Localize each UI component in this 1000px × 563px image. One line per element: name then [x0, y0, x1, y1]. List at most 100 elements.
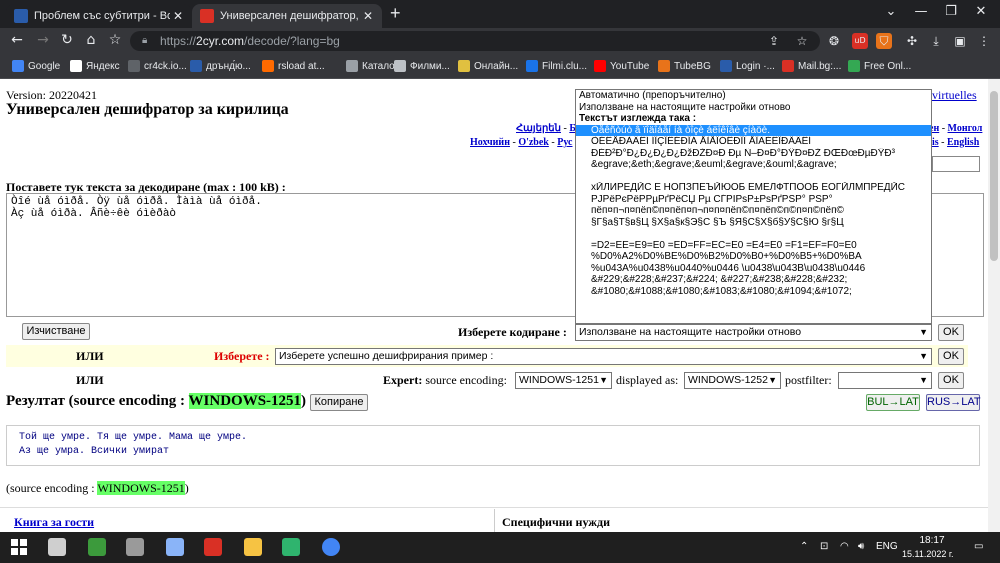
copy-button[interactable]: Копиране [310, 394, 368, 411]
restore-button[interactable]: ❐ [936, 4, 966, 19]
chrome-icon[interactable] [322, 538, 340, 556]
source-encoding-select[interactable]: WINDOWS-1251 ▼ [515, 372, 612, 389]
tray-network-icon[interactable]: ⊡ [820, 541, 828, 552]
network-tool-icon[interactable] [88, 538, 106, 556]
back-icon[interactable]: ← [6, 32, 28, 48]
bookmark-item[interactable]: Login ·... [720, 58, 775, 74]
tray-date[interactable]: 15.11.2022 г. [902, 549, 954, 559]
bookmark-item[interactable]: rsload at... [262, 58, 325, 74]
minimize-button[interactable]: — [906, 4, 936, 19]
share-icon[interactable]: ⇪ [766, 33, 782, 49]
bookmark-item[interactable]: Каталог [346, 58, 398, 74]
bookmark-item[interactable]: Free Onl... [848, 58, 911, 74]
search-field[interactable] [932, 156, 980, 172]
bookmark-item[interactable]: cr4ck.io... [128, 58, 187, 74]
bookmark-item[interactable]: дрънд́ю... [190, 58, 251, 74]
dropdown-option[interactable]: =D2=EE=E9=E0 =ED=FF=EC=E0 =E4=E0 =F1=EF=… [576, 240, 931, 252]
dropdown-option[interactable]: Òåêñòúò â ïîäîáåí íà òîçè áëîêîâè çíàöè. [576, 124, 931, 136]
tray-up-icon[interactable]: ⌃ [800, 541, 808, 552]
lang-link-chechen[interactable]: Нохчийн [470, 137, 510, 148]
ok-button-3[interactable]: OK [938, 372, 964, 389]
tray-volume-icon[interactable]: 🔊︎ [858, 541, 864, 552]
edge-icon[interactable] [282, 538, 300, 556]
lang-link-armenian[interactable]: Հայերեն [516, 123, 561, 134]
lang-link-is[interactable]: is [932, 137, 939, 148]
ok-button-1[interactable]: OK [938, 324, 964, 341]
extension-icon[interactable]: ❂ [826, 33, 842, 49]
brave-icon[interactable]: ⛉ [876, 33, 892, 49]
close-window-button[interactable]: ✕ [966, 4, 996, 19]
dropdown-option[interactable]: хЙЛИРЕДЙС Е НОПЗПЕЪЙЮОБ ЕМЕЛФТПООБ ЕОГЙЛ… [576, 182, 931, 194]
bookmark-item[interactable]: TubeBG [658, 58, 711, 74]
menu-icon[interactable]: ⋮ [976, 33, 992, 49]
lang-link-mongol[interactable]: Монгол [948, 123, 983, 134]
dropdown-option[interactable]: ÒÉÊÅÐÀÂÊÍ ÍÏÇÏÊÉÐÏÁ ÅÌÅÏÓÊÐÏÎ ÅÏÃÉÊÏÐÄÂÊ… [576, 136, 931, 148]
tray-time[interactable]: 18:17 [916, 535, 948, 546]
bookmark-item[interactable]: Яндекс [70, 58, 120, 74]
bookmark-item[interactable]: YouTube [594, 58, 649, 74]
dropdown-option[interactable]: пёп¤п¬п¤пёп©п¤пёп¤п¬п¤п¤пёп©п¤пёп©п©п¤п©… [576, 205, 931, 217]
displayed-as-select[interactable]: WINDOWS-1252 ▼ [684, 372, 781, 389]
bookmark-item[interactable]: Filmi.clu... [526, 58, 587, 74]
tab-title: Универсален дешифратор, деко [220, 10, 360, 22]
dropdown-option[interactable]: %D0%A2%D0%BE%D0%B2%D0%B0+%D0%B5+%D0%BA [576, 251, 931, 263]
close-tab-icon[interactable]: ✕ [360, 9, 376, 23]
rus-lat-button[interactable]: RUS→LAT [926, 394, 981, 411]
lang-link-virtuelles[interactable]: virtuelles [932, 88, 977, 103]
bul-lat-button[interactable]: BUL→LAT [866, 394, 920, 411]
address-bar[interactable]: 🔒︎ https://2cyr.com/decode/?lang=bg [130, 31, 820, 51]
notepad-icon[interactable] [166, 538, 184, 556]
sidepanel-icon[interactable]: ▣ [952, 33, 968, 49]
example-select[interactable]: Изберете успешно дешифрирания пример : ▼ [275, 348, 932, 365]
bookmark-label: Онлайн... [474, 60, 519, 72]
taskview-icon[interactable] [48, 538, 66, 556]
dropdown-option[interactable]: Използване на настоящите настройки отнов… [576, 102, 931, 114]
dropdown-option[interactable]: %u043A%u0438%u0440%u0446 \u0438\u043B\u0… [576, 263, 931, 275]
lang-row-1-right: ен - Монгол [929, 123, 983, 134]
new-tab-button[interactable]: + [390, 3, 401, 24]
dropdown-option[interactable]: &#229;&#228;&#237;&#224; &#227;&#238;&#2… [576, 274, 931, 286]
bookmark-item[interactable]: Google [12, 58, 60, 74]
dropdown-option[interactable]: РЈРёРєРёРРµРґРёСЏ Рµ СЃРІРѕР±РѕРґРЅР° РЅ… [576, 194, 931, 206]
notifications-icon[interactable]: ▭ [974, 541, 983, 552]
explorer-icon[interactable] [244, 538, 262, 556]
close-tab-icon[interactable]: ✕ [170, 9, 186, 23]
result-output: Той ще умре. Тя ще умре. Мама ще умре. А… [6, 425, 980, 466]
bookmark-item[interactable]: Онлайн... [458, 58, 518, 74]
tab-search-icon[interactable]: ⌄ [876, 4, 906, 19]
dropdown-option[interactable]: &#1080;&#1088;&#1080;&#1083;&#1080;&#109… [576, 286, 931, 298]
tray-wifi-icon[interactable]: ◠ [840, 541, 849, 552]
bookmark-star-icon[interactable]: ☆ [104, 32, 126, 48]
download-icon[interactable]: ⤓ [928, 33, 944, 49]
browser-tab-1[interactable]: Проблем със субтитри - Всички ✕ [6, 4, 192, 28]
home-icon[interactable]: ⌂ [80, 32, 102, 48]
reload-icon[interactable]: ↻ [56, 32, 78, 48]
dropdown-option[interactable]: §Г§а§Т§в§Ц §Х§а§к§Э§С §Ъ §Я§С§Х§б§У§С§Ю … [576, 217, 931, 229]
bookmark-item[interactable]: Mail.bg:... [782, 58, 841, 74]
dropdown-option[interactable]: Автоматично (препоръчително) [576, 90, 931, 102]
forward-icon[interactable]: → [32, 32, 54, 48]
paint-icon[interactable] [204, 538, 222, 556]
guestbook-link[interactable]: Книга за гости [14, 515, 94, 530]
ok-button-2[interactable]: OK [938, 348, 964, 365]
encoding-select[interactable]: Използване на настоящите настройки отнов… [575, 324, 932, 341]
dropdown-option[interactable]: &egrave;&eth;&egrave;&euml;&egrave;&ouml… [576, 159, 931, 171]
clear-button[interactable]: Изчистване [22, 323, 90, 340]
tray-language[interactable]: ENG [876, 541, 898, 552]
dropdown-option[interactable]: ÐÉÐ²Ð°Ð¿Ð¿Ð¿Ð¿ÐžÐŽÐ¤Ð Ðµ Ñ–Ð¤Ð°ÐŸÐ¤ÐŽ ÐŒ… [576, 148, 931, 160]
printer-icon[interactable] [126, 538, 144, 556]
star-icon[interactable]: ☆ [794, 33, 810, 49]
bookmark-item[interactable]: Филми... [394, 58, 450, 74]
page-scrollbar[interactable] [988, 79, 1000, 532]
encoding-dropdown-list[interactable]: Автоматично (препоръчително) Използване н… [575, 89, 932, 324]
scrollbar-thumb[interactable] [990, 91, 998, 261]
puzzle-icon[interactable]: ✣ [904, 33, 920, 49]
browser-tab-2[interactable]: Универсален дешифратор, деко ✕ [192, 4, 382, 28]
lang-link-english[interactable]: English [947, 137, 979, 148]
result-title: Резултат (source encoding : WINDOWS-1251… [6, 393, 306, 410]
start-icon[interactable] [10, 538, 28, 556]
lang-link-russian[interactable]: Рус [557, 137, 572, 148]
ublock-icon[interactable]: uD [852, 33, 868, 49]
lang-link-uzbek[interactable]: O'zbek [518, 137, 549, 148]
postfilter-select[interactable]: ▼ [838, 372, 932, 389]
